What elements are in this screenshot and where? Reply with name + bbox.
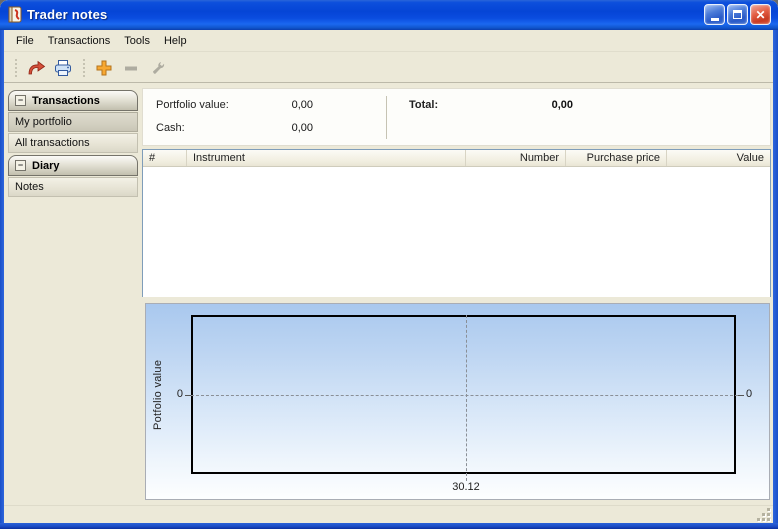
table-header-row: # Instrument Number Purchase price Value	[143, 150, 770, 167]
y-axis-tick-right: 0	[746, 388, 752, 400]
menu-transactions[interactable]: Transactions	[41, 32, 118, 50]
sidebar-item-all-transactions[interactable]: All transactions	[8, 133, 138, 153]
close-button[interactable]: ✕	[750, 4, 771, 25]
total-label: Total:	[409, 99, 438, 111]
cash-label: Cash:	[156, 122, 185, 134]
gray-wrench-icon	[148, 58, 168, 78]
chart-zero-gridline	[191, 395, 738, 396]
window-border-bottom	[0, 523, 778, 529]
menu-help[interactable]: Help	[157, 32, 194, 50]
sidebar-group-diary[interactable]: − Diary	[8, 155, 138, 176]
app-window: Trader notes ✕ File Transactions Tools H…	[0, 0, 778, 529]
column-header-purchase-price[interactable]: Purchase price	[566, 150, 667, 166]
chart-left-tick	[185, 395, 191, 396]
sidebar-group-label: Transactions	[32, 95, 100, 107]
printer-icon	[53, 58, 73, 78]
minimize-button[interactable]	[704, 4, 725, 25]
portfolio-chart: 0 0 Potfolio value 30.12	[145, 303, 770, 500]
sidebar-group-label: Diary	[32, 160, 60, 172]
toolbar-gripper[interactable]	[14, 59, 17, 77]
window-title: Trader notes	[27, 7, 107, 22]
column-header-instrument[interactable]: Instrument	[187, 150, 466, 166]
collapse-icon[interactable]: −	[15, 95, 26, 106]
title-bar: Trader notes ✕	[0, 0, 778, 30]
summary-panel: Portfolio value: 0,00 Cash: 0,00 Total: …	[142, 88, 771, 146]
sidebar-item-label: My portfolio	[15, 116, 72, 128]
menu-tools[interactable]: Tools	[117, 32, 157, 50]
table-body-empty	[143, 167, 770, 297]
collapse-icon[interactable]: −	[15, 160, 26, 171]
sidebar-group-transactions[interactable]: − Transactions	[8, 90, 138, 111]
summary-divider	[386, 96, 387, 139]
app-notebook-icon	[7, 6, 24, 24]
cash-value: 0,00	[243, 122, 313, 134]
portfolio-table: # Instrument Number Purchase price Value	[142, 149, 771, 297]
chart-date-gridline	[466, 315, 467, 481]
chart-right-tick	[738, 395, 744, 396]
sidebar-item-label: Notes	[15, 181, 44, 193]
window-border-right	[773, 30, 778, 529]
y-axis-tick-left: 0	[170, 388, 183, 400]
maximize-button[interactable]	[727, 4, 748, 25]
column-header-value[interactable]: Value	[667, 150, 770, 166]
menu-bar: File Transactions Tools Help	[4, 30, 773, 52]
menu-file[interactable]: File	[9, 32, 41, 50]
portfolio-value-label: Portfolio value:	[156, 99, 229, 111]
y-axis-label: Potfolio value	[152, 340, 166, 450]
sidebar-item-label: All transactions	[15, 137, 90, 149]
red-curved-arrow-icon	[26, 58, 46, 78]
close-icon: ✕	[755, 9, 765, 21]
total-value: 0,00	[483, 99, 573, 111]
edit-button[interactable]	[146, 56, 170, 80]
gray-minus-icon	[121, 58, 141, 78]
sidebar: − Transactions My portfolio All transact…	[8, 88, 138, 197]
remove-button[interactable]	[119, 56, 143, 80]
minimize-icon	[711, 18, 719, 21]
window-border-left	[0, 30, 4, 529]
add-button[interactable]	[92, 56, 116, 80]
portfolio-value: 0,00	[243, 99, 313, 111]
orange-plus-icon	[94, 58, 114, 78]
maximize-icon	[733, 10, 742, 19]
sidebar-item-notes[interactable]: Notes	[8, 177, 138, 197]
column-header-number-sign[interactable]: #	[143, 150, 187, 166]
column-header-number[interactable]: Number	[466, 150, 566, 166]
print-button[interactable]	[51, 56, 75, 80]
toolbar	[4, 53, 773, 83]
export-button[interactable]	[24, 56, 48, 80]
x-axis-tick: 30.12	[441, 481, 491, 493]
sidebar-item-my-portfolio[interactable]: My portfolio	[8, 112, 138, 132]
status-bar	[4, 505, 773, 523]
resize-grip[interactable]	[757, 508, 770, 521]
toolbar-gripper[interactable]	[82, 59, 85, 77]
